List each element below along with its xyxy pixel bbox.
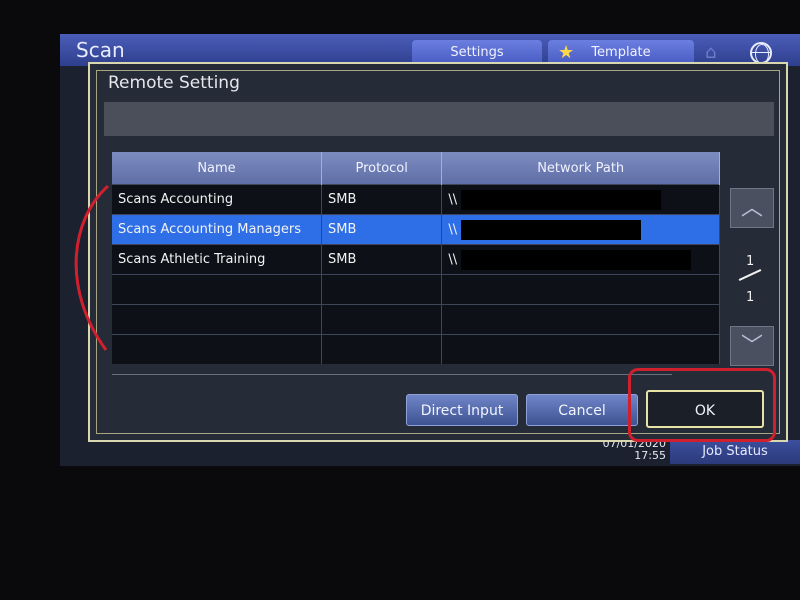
table-row[interactable]: Scans Athletic Training SMB \\ <box>112 244 720 275</box>
chevron-up-icon: ︿ <box>740 196 763 221</box>
redaction-block <box>461 189 662 210</box>
protocol-cell: SMB <box>321 244 443 275</box>
direct-input-button[interactable]: Direct Input <box>406 394 518 426</box>
path-cell: \\ <box>441 244 720 275</box>
path-prefix: \\ <box>448 252 458 267</box>
redaction-block <box>461 219 642 240</box>
app-title: Scan <box>76 38 125 62</box>
page-current: 1 <box>746 254 755 269</box>
path-cell: \\ <box>441 184 720 215</box>
remote-table: Name Protocol Network Path Scans Account… <box>112 152 720 364</box>
header-protocol: Protocol <box>321 152 443 185</box>
table-row[interactable]: Scans Accounting SMB \\ <box>112 184 720 215</box>
divider <box>112 374 672 375</box>
annotation-arc <box>74 184 110 351</box>
dialog-title: Remote Setting <box>108 73 240 93</box>
header-name: Name <box>112 152 322 185</box>
redaction-block <box>461 249 692 270</box>
page-total: 1 <box>746 290 755 305</box>
page-down-button[interactable]: ﹀ <box>730 326 774 366</box>
empty-row <box>112 304 720 335</box>
globe-icon[interactable] <box>750 42 772 64</box>
table-row-selected[interactable]: Scans Accounting Managers SMB \\ <box>112 214 720 245</box>
empty-row <box>112 274 720 305</box>
annotation-box <box>628 368 776 442</box>
empty-row <box>112 334 720 364</box>
path-prefix: \\ <box>448 192 458 207</box>
job-status-button[interactable]: Job Status <box>670 440 800 464</box>
protocol-cell: SMB <box>321 214 443 245</box>
tab-template-label: Template <box>591 45 651 60</box>
protocol-cell: SMB <box>321 184 443 215</box>
name-cell: Scans Athletic Training <box>112 244 322 275</box>
chevron-down-icon: ﹀ <box>740 334 763 359</box>
message-bar <box>104 102 774 136</box>
page-up-button[interactable]: ︿ <box>730 188 774 228</box>
cancel-button[interactable]: Cancel <box>526 394 638 426</box>
time: 17:55 <box>634 449 666 462</box>
path-cell: \\ <box>441 214 720 245</box>
path-prefix: \\ <box>448 222 458 237</box>
name-cell: Scans Accounting Managers <box>112 214 322 245</box>
name-cell: Scans Accounting <box>112 184 322 215</box>
home-icon[interactable]: ⌂ <box>705 42 727 63</box>
header-network-path: Network Path <box>441 152 720 185</box>
